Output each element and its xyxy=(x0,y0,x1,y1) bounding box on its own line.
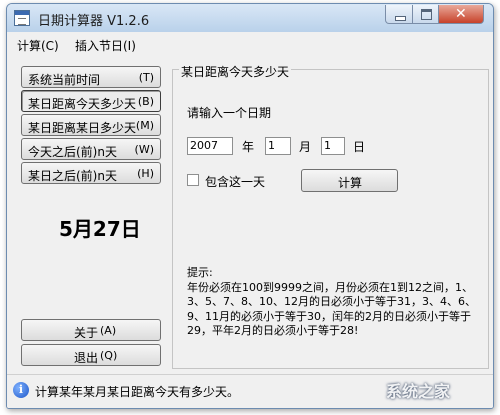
app-window: 日期计算器 V1.2.6 ✕ 计算(C) 插入节日(I) 系统当前时间 (T) … xyxy=(6,3,494,409)
hint-title: 提示: xyxy=(187,266,213,279)
button-shortcut: (A) xyxy=(100,324,117,337)
button-label: 某日距离今天多少天 xyxy=(28,97,137,111)
day-input[interactable]: 1 xyxy=(321,137,345,155)
button-shortcut: (Q) xyxy=(100,349,118,362)
button-shortcut: (H) xyxy=(137,167,154,180)
maximize-button[interactable] xyxy=(412,5,439,24)
hint-text: 提示: 年份必须在100到9999之间，月份必须在1到12之间，1、3、5、7、… xyxy=(187,266,483,339)
button-label: 系统当前时间 xyxy=(28,73,101,87)
current-time-button[interactable]: 系统当前时间 (T) xyxy=(21,66,161,88)
minimize-button[interactable] xyxy=(385,5,413,24)
exit-button[interactable]: 退出 (Q) xyxy=(21,344,161,366)
watermark-text: 系统之家 xyxy=(386,382,451,401)
close-button[interactable]: ✕ xyxy=(438,5,484,24)
date-prompt: 请输入一个日期 xyxy=(187,106,272,120)
month-input[interactable]: 1 xyxy=(265,137,291,155)
button-label: 某日之后(前)n天 xyxy=(28,169,117,183)
month-label: 月 xyxy=(299,140,312,154)
calendar-icon xyxy=(14,10,30,26)
include-day-checkbox[interactable] xyxy=(187,174,199,186)
window-title: 日期计算器 V1.2.6 xyxy=(38,14,150,29)
hint-body: 年份必须在100到9999之间，月份必须在1到12之间，1、3、5、7、8、10… xyxy=(187,280,476,338)
button-label: 今天之后(前)n天 xyxy=(28,145,117,159)
button-shortcut: (T) xyxy=(138,71,154,84)
minimize-icon xyxy=(395,16,406,21)
button-label: 某日距离某日多少天 xyxy=(28,121,137,135)
days-between-dates-button[interactable]: 某日距离某日多少天 (M) xyxy=(21,114,161,136)
button-shortcut: (W) xyxy=(134,143,154,156)
menu-calculate[interactable]: 计算(C) xyxy=(17,37,59,54)
calculate-button[interactable]: 计算 xyxy=(301,169,398,192)
button-shortcut: (B) xyxy=(137,95,154,108)
status-text: 计算某年某月某日距离今天有多少天。 xyxy=(35,385,240,399)
button-label: 计算 xyxy=(338,176,363,190)
menu-insert-holiday[interactable]: 插入节日(I) xyxy=(75,37,136,54)
close-icon: ✕ xyxy=(455,6,467,22)
days-from-today-button[interactable]: 某日距离今天多少天 (B) xyxy=(21,90,161,112)
year-label: 年 xyxy=(242,140,255,154)
button-label: 关于 xyxy=(74,326,99,340)
button-label: 退出 xyxy=(74,351,99,365)
today-plus-n-days-button[interactable]: 今天之后(前)n天 (W) xyxy=(21,138,161,160)
day-label: 日 xyxy=(353,140,366,154)
info-icon: i xyxy=(13,382,29,398)
maximize-icon xyxy=(421,9,432,20)
button-shortcut: (M) xyxy=(135,119,154,132)
panel-title: 某日距离今天多少天 xyxy=(179,63,292,80)
include-day-label: 包含这一天 xyxy=(205,175,266,189)
menu-bar: 计算(C) 插入节日(I) xyxy=(7,34,493,54)
current-date-display: 5月27日 xyxy=(59,217,141,241)
title-bar[interactable]: 日期计算器 V1.2.6 ✕ xyxy=(7,4,493,32)
date-plus-n-days-button[interactable]: 某日之后(前)n天 (H) xyxy=(21,162,161,184)
year-input[interactable]: 2007 xyxy=(187,137,233,155)
about-button[interactable]: 关于 (A) xyxy=(21,319,161,341)
